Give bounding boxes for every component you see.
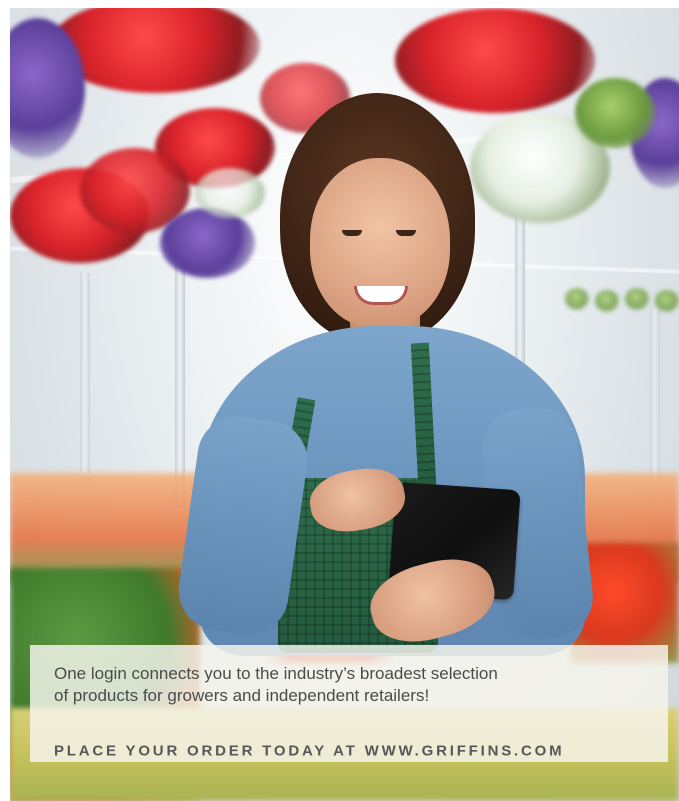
call-to-action: PLACE YOUR ORDER TODAY AT WWW.GRIFFINS.C… <box>54 742 565 760</box>
caption-box: One login connects you to the industry’s… <box>30 645 668 762</box>
caption-body: One login connects you to the industry’s… <box>54 663 644 707</box>
left-eye <box>342 230 362 236</box>
caption-line-2: of products for growers and independent … <box>54 686 430 705</box>
smile <box>354 286 408 305</box>
face <box>310 158 450 328</box>
ad-frame: One login connects you to the industry’s… <box>0 0 679 801</box>
right-eye <box>396 230 416 236</box>
caption-line-1: One login connects you to the industry’s… <box>54 664 498 683</box>
